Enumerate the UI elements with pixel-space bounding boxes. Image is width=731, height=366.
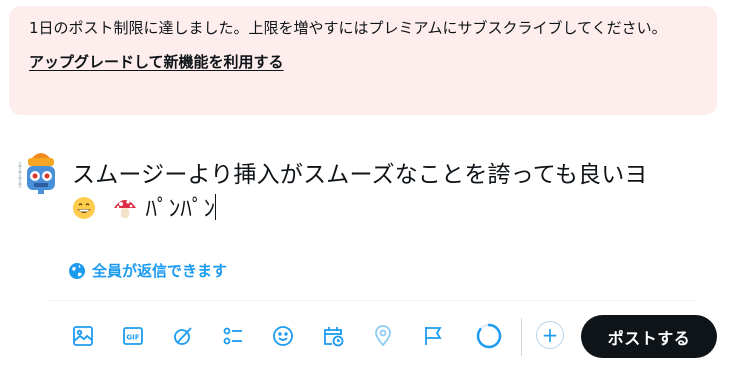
compose-text-tail: ﾊﾟﾝﾊﾟﾝ: [145, 196, 216, 222]
location-icon[interactable]: [366, 319, 400, 353]
schedule-icon[interactable]: [316, 319, 350, 353]
notice-message: 1日のポスト制限に達しました。上限を増やすにはプレミアムにサブスクライブしてくだ…: [29, 19, 667, 37]
compose-text-line: スムージーより挿入がスムーズなことを誇っても良いヨ: [72, 162, 648, 188]
divider: [48, 300, 696, 301]
globe-icon: [69, 262, 85, 279]
grin-emoji: [72, 196, 96, 230]
svg-text:GIF: GIF: [126, 334, 139, 342]
flag-icon[interactable]: [416, 319, 450, 353]
post-button[interactable]: ポストする: [581, 315, 717, 358]
character-progress-ring: [474, 321, 504, 351]
rate-limit-notice: 1日のポスト制限に達しました。上限を増やすにはプレミアムにサブスクライブしてくだ…: [9, 6, 717, 115]
add-post-button[interactable]: +: [536, 321, 564, 349]
toolbar-separator: [521, 318, 522, 356]
compose-textarea[interactable]: スムージーより挿入がスムーズなことを誇っても良いヨ ﾊﾟﾝﾊﾟﾝ: [72, 158, 712, 230]
upgrade-link[interactable]: アップグレードして新機能を利用する: [29, 51, 284, 72]
emoji-icon[interactable]: [266, 319, 300, 353]
image-icon[interactable]: [66, 319, 100, 353]
avatar[interactable]: [14, 148, 60, 196]
reply-setting-label: 全員が返信できます: [92, 262, 228, 280]
compose-toolbar: GIF: [66, 316, 466, 356]
reply-setting-button[interactable]: 全員が返信できます: [68, 260, 227, 281]
poll-icon[interactable]: [216, 319, 250, 353]
gif-icon[interactable]: GIF: [116, 319, 150, 353]
text-caret: [215, 194, 217, 220]
grok-icon[interactable]: [166, 319, 200, 353]
mushroom-emoji: [112, 196, 138, 230]
